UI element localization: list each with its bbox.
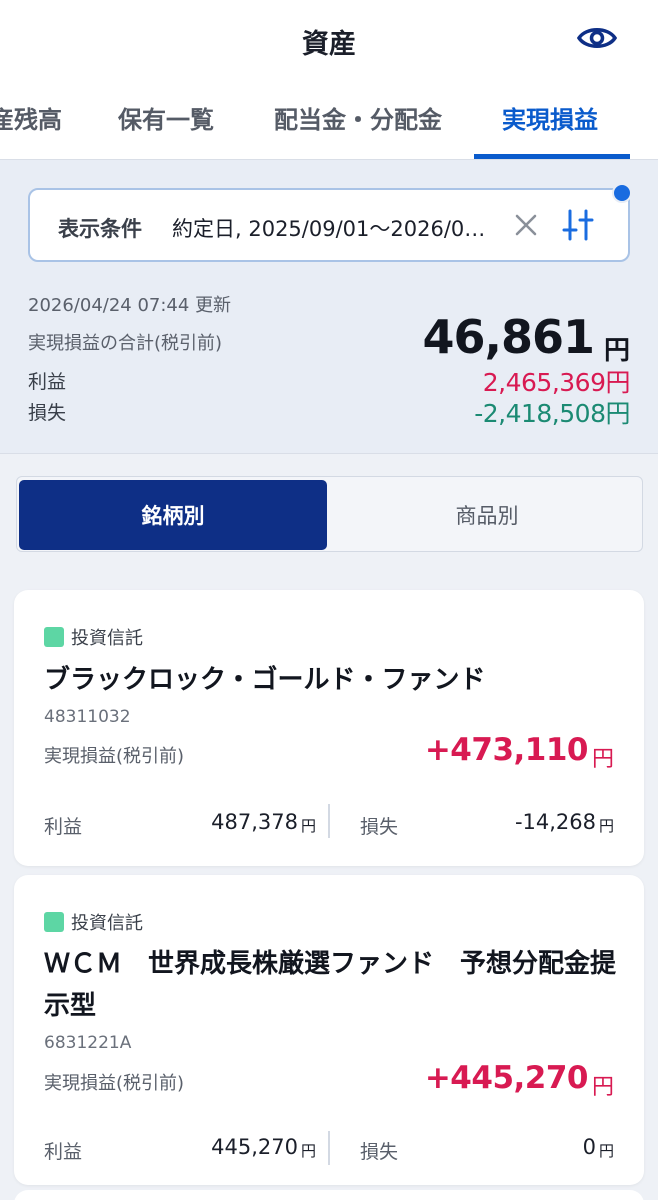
- tag-color-square: [44, 912, 64, 932]
- visibility-toggle-button[interactable]: [576, 18, 618, 58]
- summary-loss-value: -2,418,508円: [474, 399, 630, 428]
- segment-by-issue[interactable]: 銘柄別: [19, 480, 327, 550]
- card-pl-unit: 円: [591, 1075, 614, 1100]
- card-pl-label: 実現損益(税引前): [44, 746, 185, 767]
- product-type-label: 投資信託: [71, 913, 143, 934]
- tab-realized-pl[interactable]: 実現損益: [502, 100, 598, 135]
- product-type-tag: 投資信託: [44, 909, 143, 935]
- next-holding-card-peek: [14, 1190, 644, 1200]
- card-divider: [328, 1131, 330, 1165]
- total-value: 46,861: [422, 310, 595, 364]
- card-pl-unit: 円: [591, 747, 614, 772]
- fund-code: 6831221A: [44, 1033, 132, 1053]
- summary-profit-label: 利益: [28, 371, 67, 393]
- holding-card[interactable]: 投資信託 ブラックロック・ゴールド・ファンド 48311032 実現損益(税引前…: [14, 590, 644, 866]
- card-loss-label: 損失: [360, 816, 399, 838]
- card-pl-label: 実現損益(税引前): [44, 1073, 185, 1094]
- summary-section: 表示条件 約定日, 2025/09/01〜2026/04/24 2026/04/…: [0, 160, 658, 454]
- total-unit: 円: [603, 336, 630, 366]
- card-profit-unit: 円: [300, 817, 316, 835]
- filter-active-dot: [612, 183, 632, 203]
- tab-holdings[interactable]: 保有一覧: [118, 100, 214, 135]
- sliders-icon: [562, 209, 594, 241]
- total-label: 実現損益の合計(税引前): [28, 333, 223, 354]
- tab-balance[interactable]: 産残高: [0, 100, 62, 135]
- filter-value: 約定日, 2025/09/01〜2026/04/24: [172, 217, 492, 241]
- card-profit-value: 445,270: [211, 1135, 298, 1159]
- updated-timestamp: 2026/04/24 07:44 更新: [28, 295, 232, 316]
- filter-settings-button[interactable]: [558, 205, 598, 245]
- filter-label: 表示条件: [58, 217, 142, 241]
- segment-by-product[interactable]: 商品別: [333, 480, 641, 550]
- view-segmented-control: 銘柄別 商品別: [16, 476, 643, 552]
- card-pl-value: +445,270: [424, 1060, 589, 1096]
- card-profit-label: 利益: [44, 816, 83, 838]
- tab-dividends[interactable]: 配当金・分配金: [274, 100, 442, 135]
- card-loss-label: 損失: [360, 1141, 399, 1163]
- card-divider: [328, 804, 330, 838]
- eye-icon: [577, 28, 617, 48]
- card-loss-value: -14,268: [514, 810, 596, 834]
- filter-clear-button[interactable]: [508, 207, 544, 243]
- filter-condition-bar[interactable]: 表示条件 約定日, 2025/09/01〜2026/04/24: [28, 188, 630, 262]
- card-pl-value: +473,110: [424, 732, 589, 768]
- product-type-label: 投資信託: [71, 628, 143, 649]
- fund-name: ＷＣＭ 世界成長株厳選ファンド 予想分配金提示型: [44, 949, 617, 1021]
- fund-name: ブラックロック・ゴールド・ファンド: [44, 665, 486, 695]
- tag-color-square: [44, 627, 64, 647]
- product-type-tag: 投資信託: [44, 624, 143, 650]
- active-tab-indicator: [474, 154, 630, 159]
- summary-loss-label: 損失: [28, 402, 67, 424]
- card-profit-unit: 円: [300, 1142, 316, 1160]
- card-loss-unit: 円: [598, 817, 614, 835]
- card-loss-value: 0: [582, 1135, 596, 1159]
- holding-card[interactable]: 投資信託 ＷＣＭ 世界成長株厳選ファンド 予想分配金提示型 6831221A 実…: [14, 875, 644, 1185]
- card-profit-value: 487,378: [211, 810, 298, 834]
- close-icon: [515, 214, 537, 236]
- asset-tabs: 産残高 保有一覧 配当金・分配金 実現損益: [0, 80, 658, 160]
- fund-code: 48311032: [44, 707, 131, 727]
- page-title: 資産: [302, 29, 356, 60]
- card-loss-unit: 円: [598, 1142, 614, 1160]
- app-header: 資産: [0, 0, 658, 80]
- card-profit-label: 利益: [44, 1141, 83, 1163]
